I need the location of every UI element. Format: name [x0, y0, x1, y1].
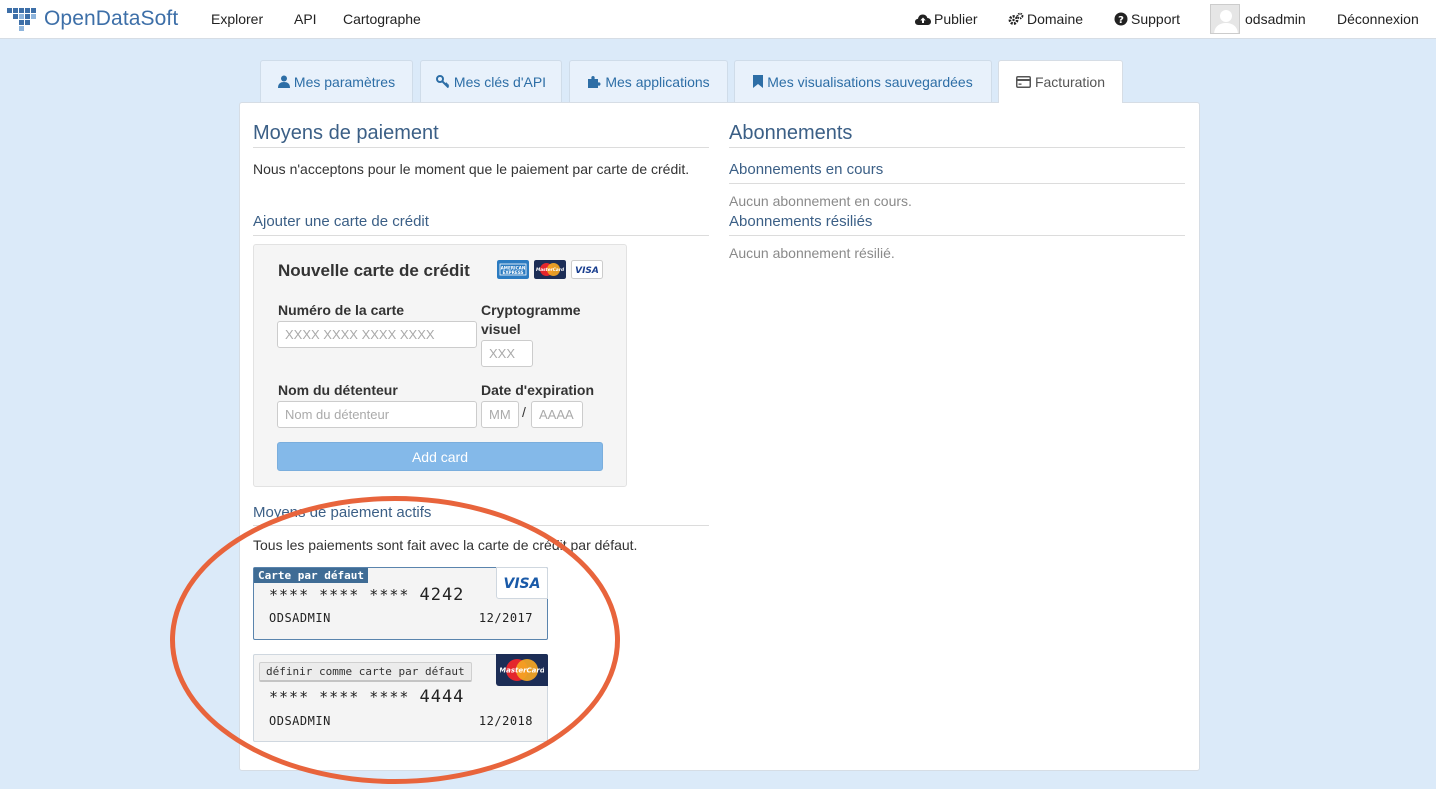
payment-intro-text: Nous n'acceptons pour le moment que le p…: [253, 161, 690, 177]
cogs-icon: [1008, 12, 1024, 25]
tab-mes-visualisations[interactable]: Mes visualisations sauvegardées: [734, 60, 992, 102]
holder-label: Nom du détenteur: [278, 382, 398, 398]
card-mask: **** **** ****: [269, 688, 410, 706]
divider: [253, 525, 709, 526]
tab-label: Mes paramètres: [293, 73, 396, 90]
tab-label: Mes applications: [605, 73, 710, 90]
mastercard-logo-icon: MasterCard: [534, 260, 566, 279]
brand-link[interactable]: OpenDataSoft: [6, 4, 178, 34]
visa-brand-icon: VISA: [504, 576, 541, 591]
card-mask: **** **** ****: [269, 586, 410, 604]
nav-domain[interactable]: Domaine: [1008, 11, 1083, 27]
nav-domain-label: Domaine: [1027, 11, 1084, 27]
subscriptions-heading: Abonnements: [729, 122, 853, 144]
tab-mes-cles-api[interactable]: Mes clés d'API: [420, 60, 562, 102]
divider: [253, 147, 709, 148]
mastercard-brand-icon: MasterCard: [500, 659, 544, 681]
nav-username[interactable]: odsadmin: [1245, 11, 1306, 27]
add-card-button[interactable]: Add card: [277, 442, 603, 471]
cvc-label: Cryptogramme visuel: [481, 302, 581, 337]
puzzle-icon: [588, 76, 601, 88]
payment-methods-heading: Moyens de paiement: [253, 122, 439, 144]
set-default-card-button[interactable]: définir comme carte par défaut: [259, 662, 472, 682]
key-icon: [435, 75, 450, 88]
current-subscriptions-heading: Abonnements en cours: [729, 161, 884, 178]
tab-facturation[interactable]: Facturation: [998, 60, 1123, 103]
avatar-silhouette-icon: [1214, 10, 1238, 33]
nav-explorer[interactable]: Explorer: [211, 11, 263, 27]
card-brand-box: VISA: [496, 567, 548, 599]
mastercard-brand-text: MasterCard: [500, 667, 544, 675]
tab-mes-applications[interactable]: Mes applications: [569, 60, 728, 102]
cancelled-subscriptions-heading: Abonnements résiliés: [729, 213, 873, 230]
card-holder: ODSADMIN: [269, 611, 331, 625]
expiry-year-input[interactable]: AAAA: [531, 401, 583, 428]
nav-cartographe[interactable]: Cartographe: [343, 11, 421, 27]
cvc-input[interactable]: XXX: [481, 340, 533, 367]
credit-card-icon: [1015, 76, 1031, 88]
divider: [729, 183, 1185, 184]
card-last4: 4444: [419, 687, 465, 707]
visa-brand-text: VISA: [504, 576, 541, 591]
visa-logo-text: VISA: [575, 266, 599, 276]
visa-logo-icon: VISA: [571, 260, 603, 279]
question-circle-icon: ?: [1114, 12, 1128, 26]
nav-api[interactable]: API: [294, 11, 317, 27]
tab-label: Mes visualisations sauvegardées: [767, 73, 973, 90]
nav-support-label: Support: [1131, 11, 1181, 27]
expiry-separator: /: [522, 404, 526, 420]
card-number-input[interactable]: XXXX XXXX XXXX XXXX: [277, 321, 477, 348]
opendatasoft-logo-icon: [7, 8, 36, 31]
cloud-upload-icon: [915, 14, 931, 25]
card-number-masked: **** **** **** 4242: [269, 585, 464, 605]
amex-logo-text-bottom: EXPRESS: [502, 270, 523, 275]
saved-card-visa[interactable]: Carte par défaut VISA **** **** **** 424…: [253, 567, 548, 640]
card-number-masked: **** **** **** 4444: [269, 687, 464, 707]
saved-card-mastercard: définir comme carte par défaut MasterCar…: [253, 654, 548, 742]
expiry-month-input[interactable]: MM: [481, 401, 519, 428]
svg-text:?: ?: [1118, 15, 1124, 26]
card-last4: 4242: [419, 585, 465, 605]
user-icon: [277, 75, 290, 88]
current-subscriptions-empty: Aucun abonnement en cours.: [729, 193, 912, 209]
divider: [729, 147, 1185, 148]
tab-label: Facturation: [1034, 74, 1106, 90]
nav-publish[interactable]: Publier: [915, 11, 978, 27]
user-avatar[interactable]: [1210, 4, 1240, 34]
holder-input[interactable]: Nom du détenteur: [277, 401, 477, 428]
bookmark-icon: [753, 75, 764, 88]
divider: [253, 235, 709, 236]
active-methods-note: Tous les paiements sont fait avec la car…: [253, 537, 638, 553]
card-brand-box: MasterCard: [496, 654, 548, 686]
active-methods-heading: Moyens de paiement actifs: [253, 504, 432, 521]
brand-name: OpenDataSoft: [44, 7, 179, 30]
card-expiry: 12/2017: [478, 611, 533, 625]
add-card-heading: Ajouter une carte de crédit: [253, 213, 429, 230]
nav-publish-label: Publier: [934, 11, 978, 27]
card-holder: ODSADMIN: [269, 714, 331, 728]
default-card-badge: Carte par défaut: [254, 568, 368, 583]
cancelled-subscriptions-empty: Aucun abonnement résilié.: [729, 245, 895, 261]
tab-mes-parametres[interactable]: Mes paramètres: [260, 60, 413, 102]
nav-support[interactable]: ? Support: [1114, 11, 1180, 27]
tab-label: Mes clés d'API: [453, 73, 547, 90]
new-card-title: Nouvelle carte de crédit: [278, 261, 470, 280]
nav-logout[interactable]: Déconnexion: [1337, 11, 1419, 27]
card-number-label: Numéro de la carte: [278, 302, 405, 318]
expiry-label: Date d'expiration: [481, 382, 595, 398]
card-expiry: 12/2018: [478, 714, 533, 728]
divider: [729, 235, 1185, 236]
mastercard-logo-text: MasterCard: [536, 267, 565, 273]
top-navbar: OpenDataSoft Explorer API Cartographe Pu…: [0, 0, 1436, 39]
amex-logo-icon: AMERICAN EXPRESS: [497, 260, 529, 279]
